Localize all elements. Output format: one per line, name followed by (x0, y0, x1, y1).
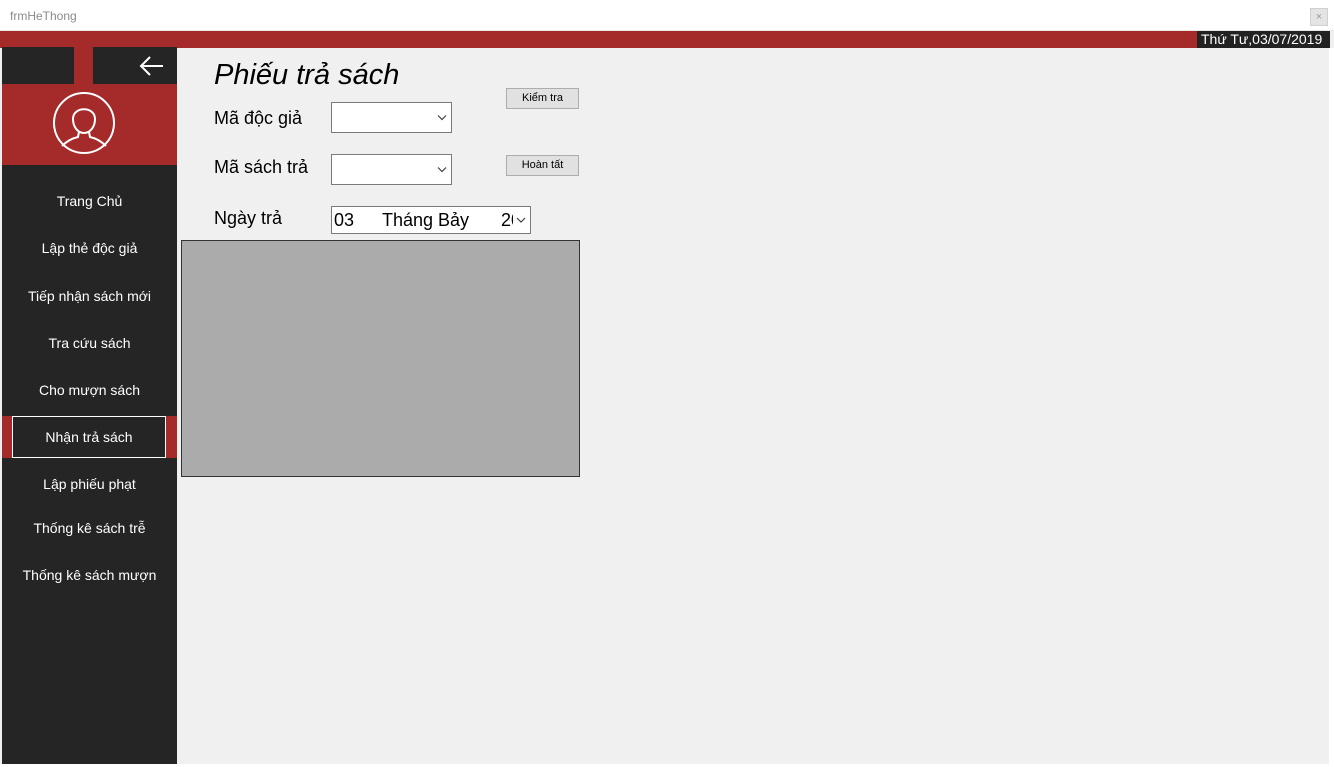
return-date-label: Ngày trả (214, 208, 283, 228)
page-title: Phiếu trả sách (214, 59, 400, 91)
return-date-picker[interactable]: 03 Tháng Bảy 2019 (331, 206, 531, 234)
current-date-label: Thứ Tư,03/07/2019 (1197, 31, 1330, 48)
sidebar-header-gap (74, 48, 93, 84)
reader-id-label: Mã độc giả (214, 108, 303, 128)
sidebar-item-thong-ke-sach-muon[interactable]: Thống kê sách mượn (2, 557, 177, 593)
check-button[interactable]: Kiểm tra (506, 88, 579, 109)
window-right-edge (1329, 48, 1334, 767)
book-id-combobox[interactable] (331, 154, 452, 185)
chevron-down-icon (437, 166, 447, 172)
sidebar-item-trang-chu[interactable]: Trang Chủ (2, 183, 177, 219)
sidebar-item-thong-ke-sach-tre[interactable]: Thống kê sách trễ (2, 510, 177, 546)
sidebar-item-tiep-nhan-sach-moi[interactable]: Tiếp nhận sách mới (2, 278, 177, 314)
main-window: frmHeThong × Thứ Tư,03/07/2019 Trang Chủ… (0, 0, 1334, 767)
sidebar-item-tra-cuu-sach[interactable]: Tra cứu sách (2, 325, 177, 361)
sidebar-item-cho-muon-sach[interactable]: Cho mượn sách (2, 372, 177, 408)
chevron-down-icon (516, 217, 526, 223)
arrow-left-icon[interactable] (138, 54, 166, 78)
date-month: Tháng Bảy (382, 210, 470, 230)
book-id-label: Mã sách trả (214, 157, 309, 177)
top-accent-bar (0, 31, 1330, 48)
close-icon: × (1315, 11, 1323, 23)
chevron-down-icon (437, 114, 447, 120)
done-button[interactable]: Hoàn tất (506, 155, 579, 176)
title-bar: frmHeThong × (0, 0, 1334, 31)
date-day: 03 (334, 210, 355, 230)
data-grid[interactable] (181, 240, 580, 477)
sidebar-item-lap-phieu-phat[interactable]: Lập phiếu phạt (2, 466, 177, 502)
window-title: frmHeThong (10, 9, 77, 23)
reader-id-combobox[interactable] (331, 102, 452, 133)
date-year: 2019 (501, 210, 513, 230)
sidebar-item-nhan-tra-sach[interactable]: Nhận trả sách (12, 416, 166, 458)
close-button[interactable]: × (1310, 8, 1328, 26)
user-avatar-icon (53, 92, 115, 154)
sidebar-header-left (2, 47, 74, 84)
sidebar-item-lap-the-doc-gia[interactable]: Lập thẻ độc giả (2, 230, 177, 266)
